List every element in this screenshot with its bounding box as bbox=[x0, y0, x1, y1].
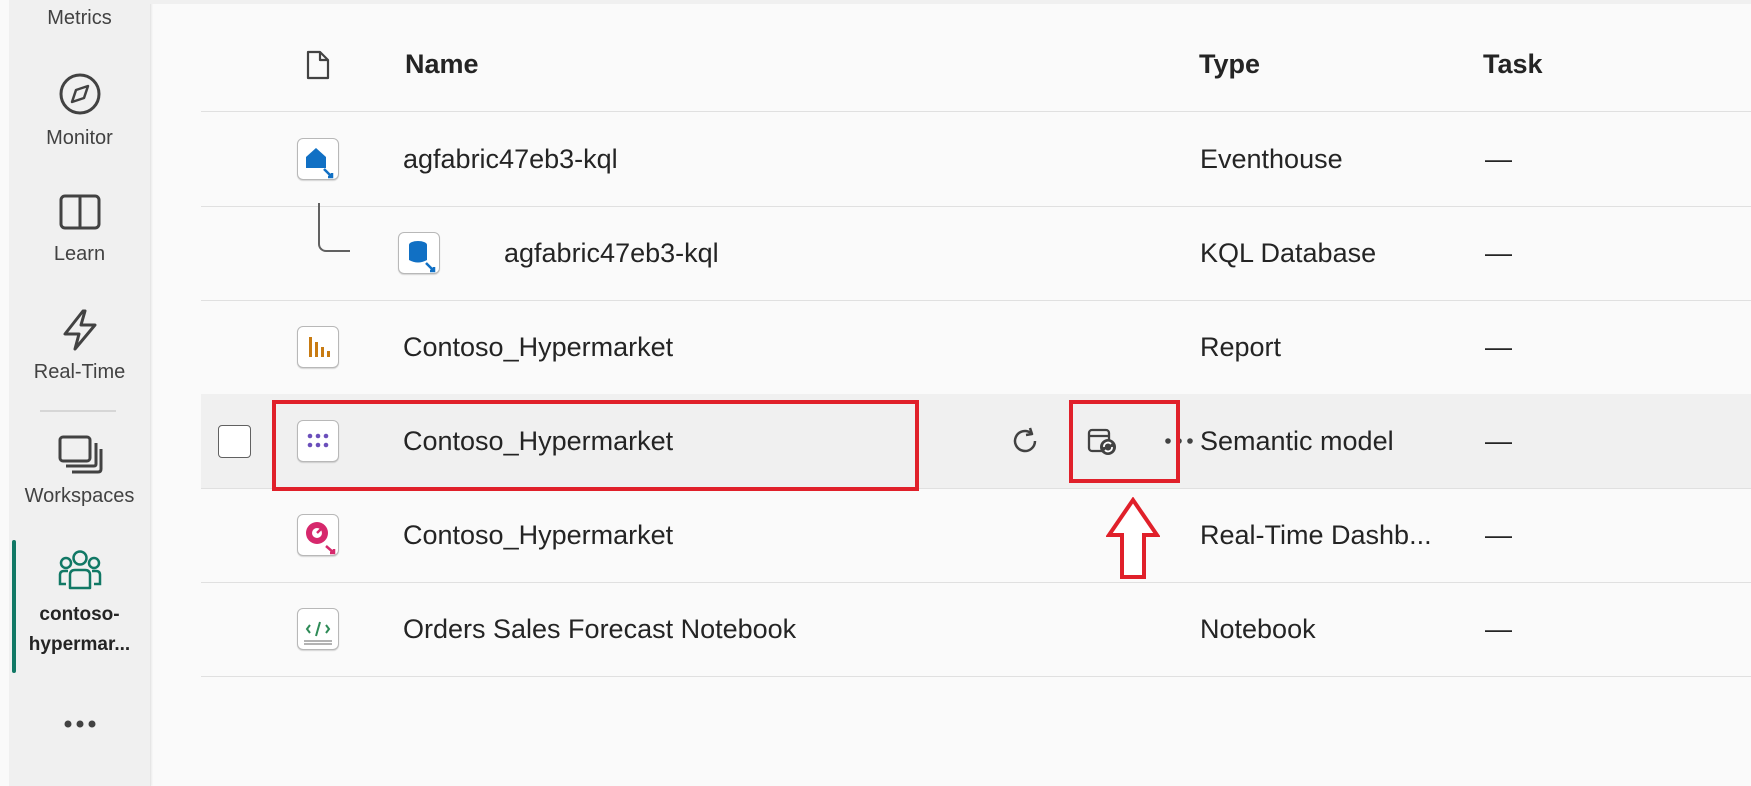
refresh-icon bbox=[1013, 427, 1037, 453]
top-border bbox=[150, 0, 1751, 4]
item-name[interactable]: Contoso_Hypermarket bbox=[403, 488, 673, 582]
table-header-row: Name Type Task bbox=[201, 18, 1751, 112]
annotation-up-arrow-icon bbox=[1106, 497, 1160, 579]
item-type: KQL Database bbox=[1200, 237, 1377, 268]
rail-more-button[interactable] bbox=[9, 718, 150, 730]
type-column-header-label[interactable]: Type bbox=[1199, 18, 1260, 111]
item-name[interactable]: Orders Sales Forecast Notebook bbox=[403, 582, 796, 676]
rail-item-monitor[interactable]: Monitor bbox=[9, 72, 150, 150]
rail-label-metrics: Metrics bbox=[47, 7, 112, 29]
tree-connector bbox=[318, 203, 350, 252]
lightning-icon bbox=[63, 309, 96, 351]
table-row[interactable]: Contoso_Hypermarket Real-Time Dashb... — bbox=[201, 488, 1751, 583]
item-task: — bbox=[1485, 613, 1512, 644]
item-type: Real-Time Dashb... bbox=[1200, 519, 1432, 550]
table-row[interactable]: Orders Sales Forecast Notebook Notebook … bbox=[201, 582, 1751, 677]
item-task: — bbox=[1485, 331, 1512, 362]
people-group-icon bbox=[58, 550, 101, 590]
refresh-button[interactable] bbox=[1009, 394, 1041, 488]
eventhouse-icon bbox=[297, 138, 339, 180]
rail-label-learn: Learn bbox=[53, 243, 106, 265]
rail-item-metrics[interactable]: Metrics bbox=[9, 6, 150, 30]
item-type: Eventhouse bbox=[1200, 143, 1343, 174]
item-type: Notebook bbox=[1200, 613, 1316, 644]
report-icon bbox=[297, 326, 339, 368]
annotation-highlight-item bbox=[272, 400, 919, 491]
item-task: — bbox=[1485, 519, 1512, 550]
table-row[interactable]: agfabric47eb3-kql KQL Database — bbox=[201, 203, 1751, 301]
item-name[interactable]: agfabric47eb3-kql bbox=[504, 206, 719, 300]
annotation-highlight-more bbox=[1069, 400, 1180, 483]
left-navigation-rail: Metrics Monitor Learn Real-Time Workspac… bbox=[0, 0, 151, 786]
rail-item-learn[interactable]: Learn bbox=[9, 192, 150, 266]
type-column-header[interactable] bbox=[305, 18, 331, 111]
document-icon bbox=[306, 50, 330, 79]
item-name[interactable]: Contoso_Hypermarket bbox=[403, 300, 673, 394]
rail-label-realtime: Real-Time bbox=[33, 361, 126, 383]
item-task: — bbox=[1485, 425, 1512, 456]
compass-icon bbox=[59, 73, 100, 115]
rail-divider bbox=[40, 410, 116, 412]
table-row[interactable]: agfabric47eb3-kql Eventhouse — bbox=[201, 112, 1751, 207]
task-column-header[interactable]: Task bbox=[1483, 18, 1543, 111]
rail-item-realtime[interactable]: Real-Time bbox=[9, 308, 150, 384]
more-horizontal-icon bbox=[64, 720, 95, 728]
item-task: — bbox=[1485, 143, 1512, 174]
kql-database-icon bbox=[398, 232, 440, 274]
row-checkbox[interactable] bbox=[218, 425, 251, 458]
realtime-dashboard-icon bbox=[297, 514, 339, 556]
rail-label-workspace-line2: hypermar... bbox=[28, 634, 131, 655]
notebook-icon bbox=[297, 608, 339, 650]
workspaces-icon bbox=[58, 435, 102, 474]
item-type: Report bbox=[1200, 331, 1282, 362]
item-type: Semantic model bbox=[1200, 425, 1394, 456]
rail-item-current-workspace[interactable]: contoso- hypermar... bbox=[9, 548, 150, 660]
rail-label-workspaces: Workspaces bbox=[24, 485, 135, 507]
rail-label-workspace-line1: contoso- bbox=[39, 604, 120, 625]
rail-item-workspaces[interactable]: Workspaces bbox=[9, 434, 150, 508]
workspace-item-list: Name Type Task agfabric47eb3-kql Eventho… bbox=[150, 0, 1751, 786]
rail-label-monitor: Monitor bbox=[46, 127, 113, 149]
name-column-header[interactable]: Name bbox=[405, 18, 479, 111]
table-row[interactable]: Contoso_Hypermarket Report — bbox=[201, 300, 1751, 395]
item-task: — bbox=[1485, 237, 1512, 268]
book-icon bbox=[59, 194, 100, 230]
item-name[interactable]: agfabric47eb3-kql bbox=[403, 112, 618, 206]
